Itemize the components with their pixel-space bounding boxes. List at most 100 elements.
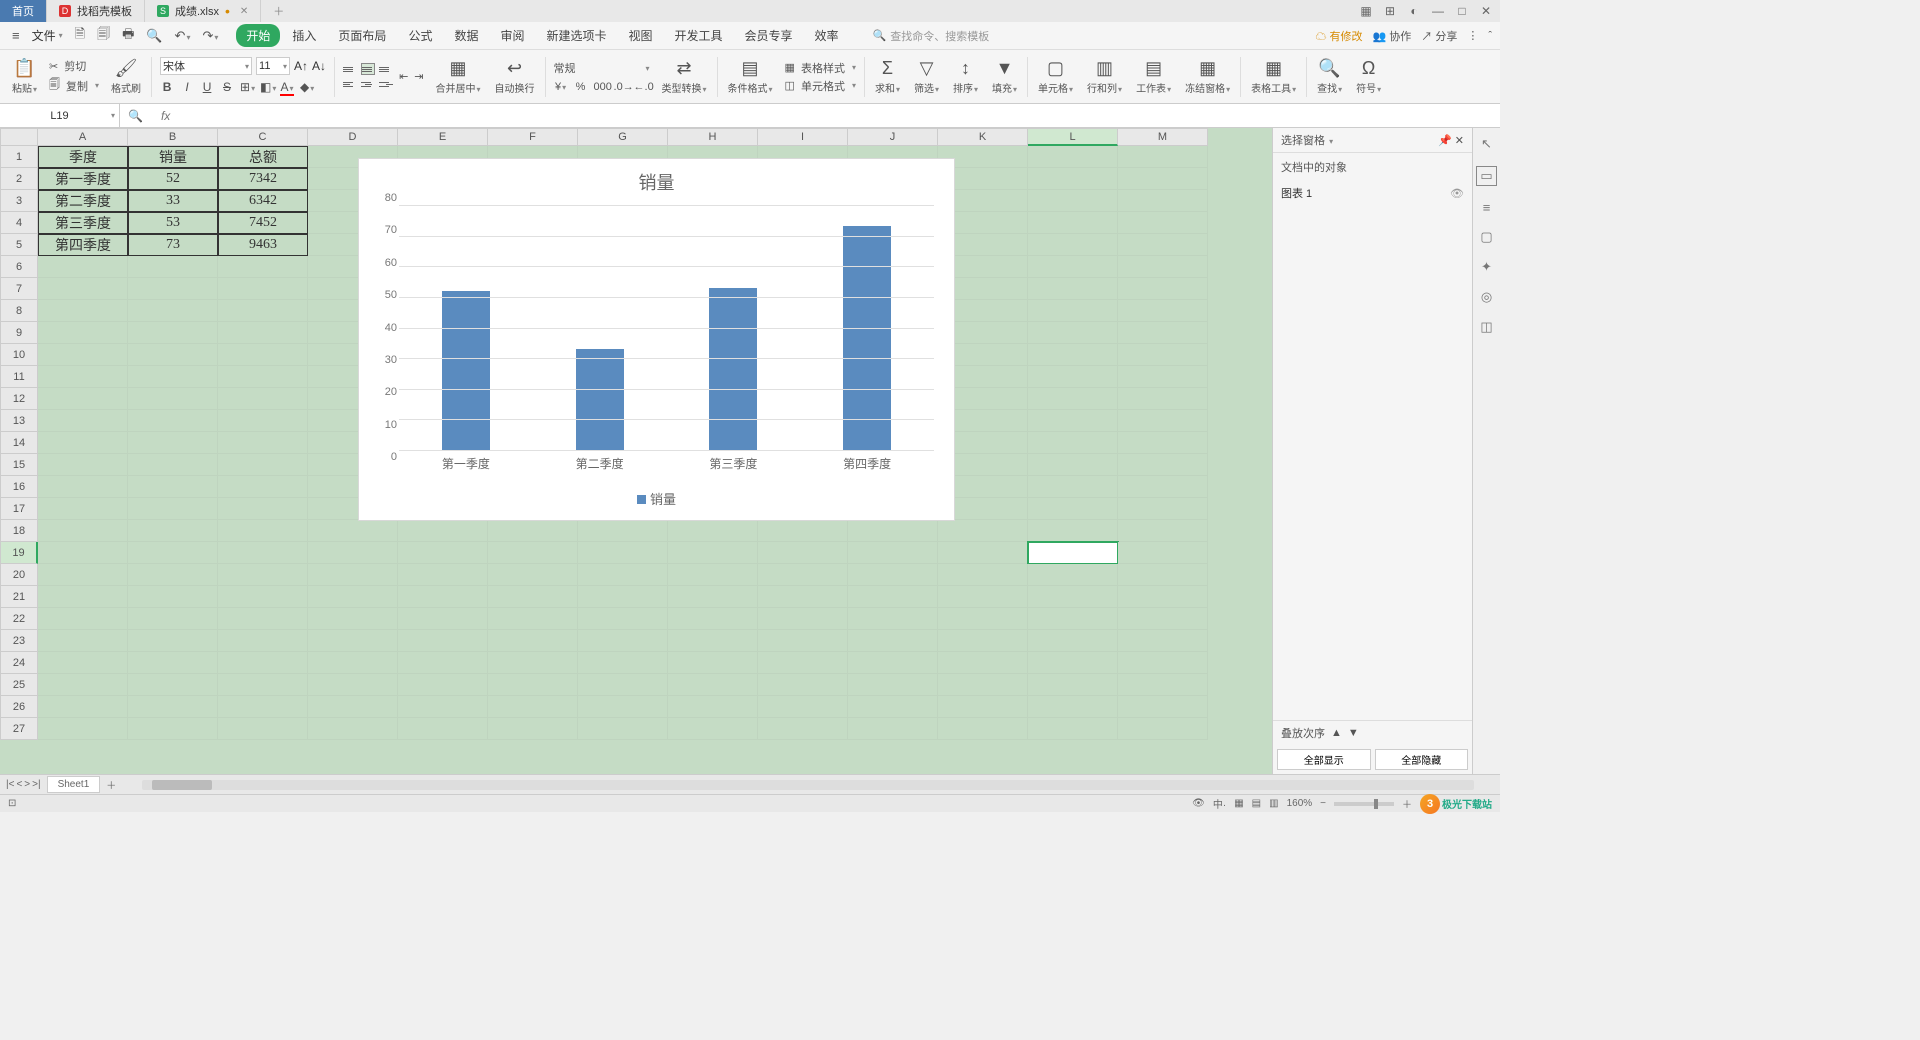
- cell-H20[interactable]: [668, 564, 758, 586]
- cell-A13[interactable]: [38, 410, 128, 432]
- cell-K18[interactable]: [938, 520, 1028, 542]
- cell-B9[interactable]: [128, 322, 218, 344]
- cell-K27[interactable]: [938, 718, 1028, 740]
- cell-I25[interactable]: [758, 674, 848, 696]
- row-header-26[interactable]: 26: [0, 696, 38, 718]
- cell-A25[interactable]: [38, 674, 128, 696]
- cell-L4[interactable]: [1028, 212, 1118, 234]
- italic-button[interactable]: I: [180, 80, 194, 96]
- pin-icon[interactable]: 📌: [1438, 135, 1452, 147]
- ribbon-tab-2[interactable]: 页面布局: [328, 24, 396, 47]
- cell-B18[interactable]: [128, 520, 218, 542]
- cell-L19[interactable]: [1028, 542, 1118, 564]
- bring-forward-icon[interactable]: ▲: [1331, 727, 1342, 739]
- row-header-11[interactable]: 11: [0, 366, 38, 388]
- cell-L13[interactable]: [1028, 410, 1118, 432]
- cell-G22[interactable]: [578, 608, 668, 630]
- sum-button[interactable]: Σ求和▾: [869, 52, 906, 101]
- cell-G27[interactable]: [578, 718, 668, 740]
- cell-C21[interactable]: [218, 586, 308, 608]
- cell-K24[interactable]: [938, 652, 1028, 674]
- show-all-button[interactable]: 全部显示: [1277, 749, 1371, 770]
- cell-F23[interactable]: [488, 630, 578, 652]
- collapse-ribbon-icon[interactable]: ˆ: [1488, 30, 1492, 42]
- select-all-corner[interactable]: [0, 128, 38, 146]
- cell-C18[interactable]: [218, 520, 308, 542]
- currency-icon[interactable]: ¥▾: [554, 81, 568, 93]
- row-header-15[interactable]: 15: [0, 454, 38, 476]
- cell-J19[interactable]: [848, 542, 938, 564]
- cell-M12[interactable]: [1118, 388, 1208, 410]
- formula-input[interactable]: [180, 104, 1500, 127]
- close-pane-icon[interactable]: ✕: [1455, 135, 1464, 147]
- cell-A8[interactable]: [38, 300, 128, 322]
- col-header-E[interactable]: E: [398, 128, 488, 146]
- cell-C19[interactable]: [218, 542, 308, 564]
- col-header-B[interactable]: B: [128, 128, 218, 146]
- cell-E26[interactable]: [398, 696, 488, 718]
- cell-H27[interactable]: [668, 718, 758, 740]
- lang-icon[interactable]: 中·: [1213, 796, 1226, 811]
- cell-D25[interactable]: [308, 674, 398, 696]
- zoom-slider[interactable]: [1334, 802, 1394, 806]
- cell-E25[interactable]: [398, 674, 488, 696]
- add-sheet-icon[interactable]: ＋: [106, 777, 116, 792]
- sort-button[interactable]: ↕排序▾: [947, 52, 984, 101]
- cell-F22[interactable]: [488, 608, 578, 630]
- cell-F20[interactable]: [488, 564, 578, 586]
- cell-M1[interactable]: [1118, 146, 1208, 168]
- cell-L2[interactable]: [1028, 168, 1118, 190]
- cell-A3[interactable]: 第二季度: [38, 190, 128, 212]
- cell-A21[interactable]: [38, 586, 128, 608]
- hide-all-button[interactable]: 全部隐藏: [1375, 749, 1469, 770]
- zoom-out-icon[interactable]: −: [1320, 798, 1326, 809]
- name-box[interactable]: L19▾: [0, 104, 120, 127]
- send-backward-icon[interactable]: ▼: [1348, 727, 1359, 739]
- row-header-20[interactable]: 20: [0, 564, 38, 586]
- cell-C6[interactable]: [218, 256, 308, 278]
- cell-J20[interactable]: [848, 564, 938, 586]
- col-header-L[interactable]: L: [1028, 128, 1118, 146]
- cell-L23[interactable]: [1028, 630, 1118, 652]
- cell-L27[interactable]: [1028, 718, 1118, 740]
- cell-B16[interactable]: [128, 476, 218, 498]
- cell-H25[interactable]: [668, 674, 758, 696]
- cell-I26[interactable]: [758, 696, 848, 718]
- cell-C15[interactable]: [218, 454, 308, 476]
- cell-L14[interactable]: [1028, 432, 1118, 454]
- location-icon[interactable]: ◎: [1481, 289, 1492, 305]
- cell-C12[interactable]: [218, 388, 308, 410]
- dec-inc-icon[interactable]: .0→: [614, 81, 628, 93]
- zoom-in-icon[interactable]: ＋: [1402, 796, 1412, 811]
- cell-B25[interactable]: [128, 674, 218, 696]
- row-header-6[interactable]: 6: [0, 256, 38, 278]
- row-header-18[interactable]: 18: [0, 520, 38, 542]
- fill-color-button[interactable]: ◧▾: [260, 80, 274, 96]
- cell-C9[interactable]: [218, 322, 308, 344]
- row-header-13[interactable]: 13: [0, 410, 38, 432]
- view-normal-icon[interactable]: ▦: [1234, 798, 1243, 809]
- redo-icon[interactable]: ↷▾: [198, 28, 222, 44]
- status-icon[interactable]: ⊡: [8, 798, 16, 809]
- cell-A19[interactable]: [38, 542, 128, 564]
- cell-C17[interactable]: [218, 498, 308, 520]
- cell-L20[interactable]: [1028, 564, 1118, 586]
- cell-A17[interactable]: [38, 498, 128, 520]
- cell-L1[interactable]: [1028, 146, 1118, 168]
- cell-C5[interactable]: 9463: [218, 234, 308, 256]
- cell-J18[interactable]: [848, 520, 938, 542]
- cell-A24[interactable]: [38, 652, 128, 674]
- cell-C8[interactable]: [218, 300, 308, 322]
- pointer-icon[interactable]: ↖: [1481, 136, 1492, 152]
- cell-B24[interactable]: [128, 652, 218, 674]
- cell-M23[interactable]: [1118, 630, 1208, 652]
- cell-J22[interactable]: [848, 608, 938, 630]
- cell-K22[interactable]: [938, 608, 1028, 630]
- rowcol-button[interactable]: ▥行和列▾: [1081, 52, 1128, 101]
- cell-G23[interactable]: [578, 630, 668, 652]
- cell-B7[interactable]: [128, 278, 218, 300]
- spark-icon[interactable]: ✦: [1481, 259, 1492, 275]
- row-header-16[interactable]: 16: [0, 476, 38, 498]
- minimize-icon[interactable]: —: [1430, 4, 1446, 18]
- cell-D22[interactable]: [308, 608, 398, 630]
